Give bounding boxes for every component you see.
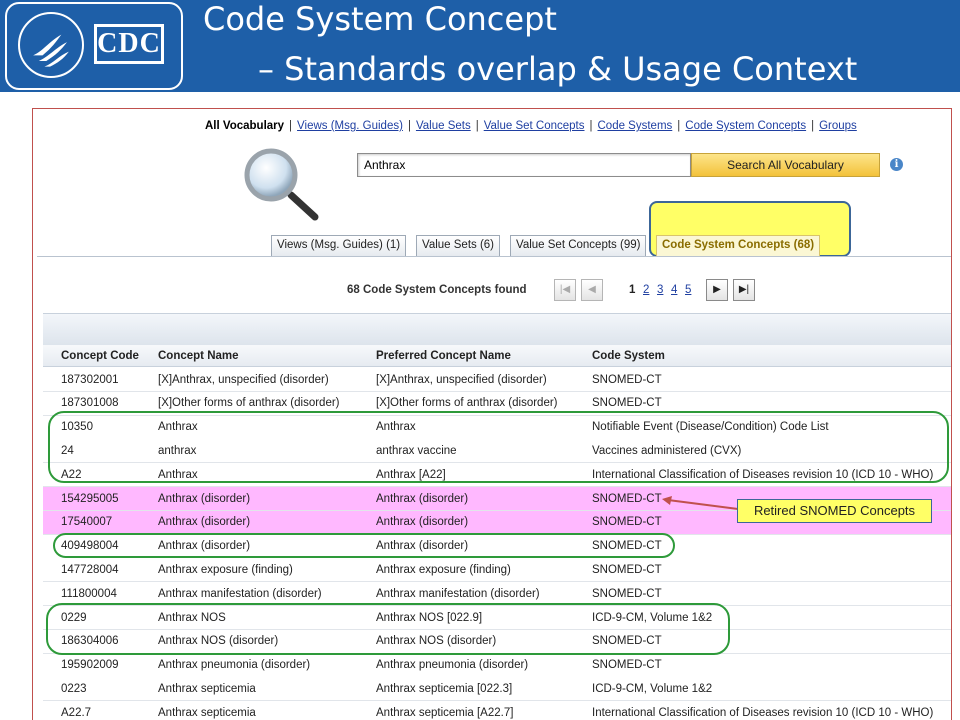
callout-arrow-icon [662,496,739,510]
column-header-concept-code[interactable]: Concept Code [61,345,153,366]
table-row[interactable]: A22.7 Anthrax septicemia Anthrax septicemi… [43,701,951,720]
table-row[interactable]: 187302001 [X]Anthrax, unspecified (disord… [43,368,951,392]
nav-code-system-concepts-link[interactable]: Code System Concepts [685,120,806,132]
tabs-divider [37,256,951,257]
preferred-concept-name-cell: Anthrax (disorder) [376,492,469,505]
nav-code-systems-link[interactable]: Code Systems [598,120,673,132]
hhs-emblem-icon [18,12,84,78]
column-header-concept-name[interactable]: Concept Name [158,345,368,366]
slide-header: CDC Code System Concept – Standards over… [0,0,960,92]
concept-code-cell: 17540007 [61,516,113,529]
overlap-oval-anthrax [48,411,949,483]
column-header-preferred-concept-name[interactable]: Preferred Concept Name [376,345,588,366]
concept-name-cell: Anthrax (disorder) [158,492,251,505]
concept-code-cell: A22.7 [61,706,92,719]
concept-code-cell: 195902009 [61,659,119,672]
preferred-concept-name-cell: [X]Anthrax, unspecified (disorder) [376,373,547,386]
table-row[interactable]: 147728004 Anthrax exposure (finding) Anthr… [43,558,951,583]
first-page-button[interactable]: |◀ [554,279,576,301]
logo-block: CDC [0,0,188,92]
results-count: 68 Code System Concepts found [347,284,527,296]
concept-name-cell: Anthrax (disorder) [158,516,251,529]
code-system-cell: International Classification of Diseases… [592,706,934,719]
preferred-concept-name-cell: Anthrax pneumonia (disorder) [376,659,529,672]
table-row[interactable]: 0223 Anthrax septicemia Anthrax septicemia… [43,677,951,702]
tab-views[interactable]: Views (Msg. Guides) (1) [271,235,407,256]
concept-code-cell: 187302001 [61,373,119,386]
tab-code-system-concepts[interactable]: Code System Concepts (68) [656,235,821,256]
search-input[interactable] [357,153,691,177]
concept-code-cell: 147728004 [61,563,119,576]
page-2-link[interactable]: 2 [643,284,649,296]
tab-value-set-concepts[interactable]: Value Set Concepts (99) [510,235,647,256]
preferred-concept-name-cell: Anthrax manifestation (disorder) [376,587,540,600]
nav-groups-link[interactable]: Groups [819,120,857,132]
overlap-oval-active-snomed [53,533,675,558]
nav-views-link[interactable]: Views (Msg. Guides) [297,120,403,132]
previous-page-button[interactable]: ◀ [581,279,603,301]
next-page-button[interactable]: ▶ [706,279,728,301]
code-system-cell: ICD-9-CM, Volume 1&2 [592,682,713,695]
overlap-oval-anthrax-nos [46,603,730,655]
concept-code-cell: 111800004 [61,587,117,600]
page-1: 1 [629,284,636,296]
magnifier-icon [244,148,319,221]
preferred-concept-name-cell: Anthrax septicemia [A22.7] [376,706,514,719]
code-system-cell: SNOMED-CT [592,587,662,600]
concept-name-cell: Anthrax exposure (finding) [158,563,293,576]
vocabulary-browser-screenshot: All Vocabulary | Views (Msg. Guides) | Value… [32,108,952,720]
code-system-cell: SNOMED-CT [592,373,662,386]
concept-code-cell: 0223 [61,682,87,695]
table-header: Concept Code Concept Name Preferred Conc… [43,345,951,367]
cdc-logo: CDC [94,24,164,64]
tab-value-sets[interactable]: Value Sets (6) [416,235,501,256]
last-page-button[interactable]: ▶| [733,279,755,301]
slide-title: Code System Concept [203,0,557,38]
preferred-concept-name-cell: Anthrax exposure (finding) [376,563,511,576]
concept-name-cell: [X]Anthrax, unspecified (disorder) [158,373,329,386]
code-system-cell: SNOMED-CT [592,659,662,672]
concept-name-cell: Anthrax septicemia [158,682,256,695]
concept-name-cell: Anthrax septicemia [158,706,256,719]
search-all-vocabulary-button[interactable]: Search All Vocabulary [691,153,880,177]
table-toolbar [43,313,951,345]
concept-name-cell: Anthrax manifestation (disorder) [158,587,322,600]
code-system-cell: SNOMED-CT [592,563,662,576]
column-header-code-system[interactable]: Code System [592,345,951,366]
retired-snomed-callout: Retired SNOMED Concepts [737,499,932,523]
page-3-link[interactable]: 3 [657,284,663,296]
concept-name-cell: Anthrax pneumonia (disorder) [158,659,311,672]
slide-subtitle: – Standards overlap & Usage Context [258,50,858,88]
nav-all-vocabulary: All Vocabulary [205,120,285,132]
page-4-link[interactable]: 4 [671,284,677,296]
nav-value-sets-link[interactable]: Value Sets [416,120,471,132]
vocabulary-nav: All Vocabulary | Views (Msg. Guides) | Value… [205,120,857,132]
nav-value-set-concepts-link[interactable]: Value Set Concepts [484,120,585,132]
page-5-link[interactable]: 5 [685,284,691,296]
table-row[interactable]: 195902009 Anthrax pneumonia (disorder) Ant… [43,653,951,678]
info-icon[interactable]: i [890,158,903,171]
concept-code-cell: 154295005 [61,492,119,505]
preferred-concept-name-cell: Anthrax (disorder) [376,516,469,529]
preferred-concept-name-cell: Anthrax septicemia [022.3] [376,682,513,695]
